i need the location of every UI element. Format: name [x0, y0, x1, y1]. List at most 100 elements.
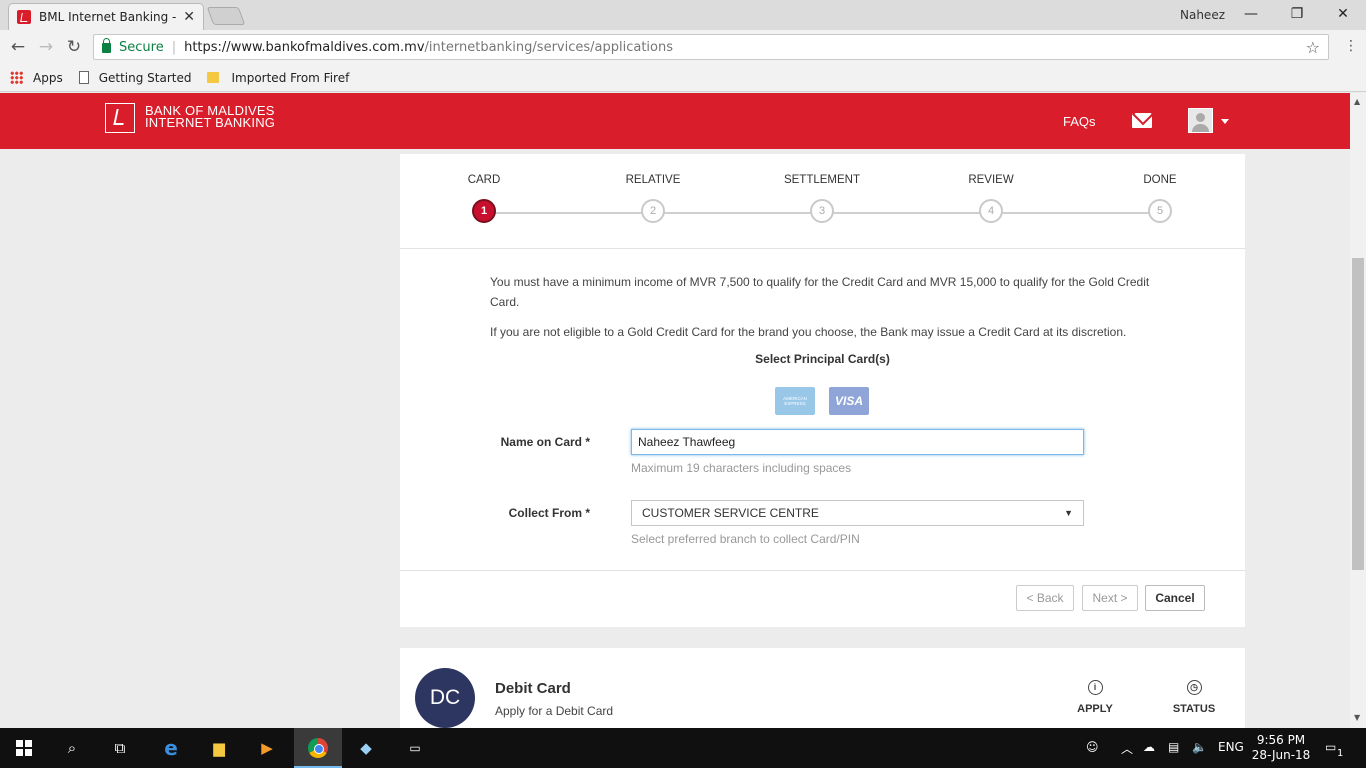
folder-icon	[207, 72, 220, 83]
progress-stepper: CARD 1 RELATIVE 2 SETTLEMENT 3 REVIEW 4 …	[400, 154, 1245, 249]
windows-taskbar: ⌕ ⧉ e ▆ ▶ ◆ ▭ ☺ ︿ ☁ ▤ 🔈 ENG 9:56 PM 28-J…	[0, 728, 1366, 768]
chrome-icon	[306, 736, 330, 760]
people-icon[interactable]: ☺	[1086, 740, 1099, 754]
bookmark-star-icon[interactable]: ☆	[1306, 38, 1320, 57]
step-label: CARD	[467, 174, 501, 186]
step-settlement: SETTLEMENT 3	[772, 174, 872, 223]
browser-titlebar: BML Internet Banking - B ✕ Naheez — ❐ ✕	[0, 0, 1366, 30]
bml-logo-icon[interactable]	[105, 103, 135, 133]
status-button[interactable]: ◷ STATUS	[1164, 680, 1224, 715]
step-label: REVIEW	[968, 174, 1014, 186]
collect-help-text: Select preferred branch to collect Card/…	[631, 532, 860, 546]
profile-name[interactable]: Naheez	[1180, 8, 1225, 22]
amex-card-option[interactable]: AMERICAN EXPRESS	[775, 387, 815, 415]
new-tab-button[interactable]	[206, 7, 246, 25]
notification-icon[interactable]: ▭	[1325, 740, 1336, 754]
file-explorer-icon[interactable]: ▆	[207, 736, 231, 760]
collect-from-label: Collect From *	[508, 506, 590, 520]
name-on-card-input[interactable]	[631, 429, 1084, 455]
debit-card-title: Debit Card	[495, 680, 571, 697]
bookmark-label: Getting Started	[98, 70, 192, 85]
status-label: STATUS	[1172, 703, 1216, 715]
close-window-button[interactable]: ✕	[1328, 4, 1358, 24]
eligibility-info: You must have a minimum income of MVR 7,…	[490, 272, 1170, 352]
task-view-icon[interactable]: ⧉	[108, 736, 132, 760]
step-number: 3	[810, 199, 834, 223]
step-relative: RELATIVE 2	[603, 174, 703, 223]
url-host: https://www.bankofmaldives.com.mv	[184, 39, 425, 55]
step-review: REVIEW 4	[941, 174, 1041, 223]
bookmark-label: Apps	[33, 70, 63, 85]
visa-card-option[interactable]: VISA	[829, 387, 869, 415]
page-scrollbar[interactable]: ▲ ▼	[1350, 93, 1366, 728]
dropdown-arrow-icon: ▼	[1064, 508, 1073, 518]
notepad-icon[interactable]: ◆	[354, 736, 378, 760]
clock-time: 9:56 PM	[1256, 733, 1306, 747]
clock-date: 28-Jun-18	[1251, 748, 1311, 762]
cancel-button[interactable]: Cancel	[1145, 585, 1205, 611]
next-button[interactable]: Next >	[1082, 585, 1138, 611]
edge-icon[interactable]: e	[159, 736, 183, 760]
scroll-up-icon[interactable]: ▲	[1354, 97, 1360, 106]
clock-icon: ◷	[1186, 680, 1202, 695]
scrollbar-thumb[interactable]	[1352, 258, 1364, 570]
system-clock[interactable]: 9:56 PM 28-Jun-18	[1251, 733, 1311, 763]
select-card-heading: Select Principal Card(s)	[755, 352, 890, 366]
bookmark-getting-started[interactable]: Getting Started	[78, 70, 192, 85]
mail-icon[interactable]	[1132, 113, 1152, 128]
bml-favicon-icon	[17, 10, 31, 24]
step-done: DONE 5	[1110, 174, 1210, 223]
back-button[interactable]: < Back	[1016, 585, 1074, 611]
tab-title: BML Internet Banking - B	[39, 10, 178, 24]
windows-start-icon[interactable]	[16, 740, 32, 756]
bookmark-apps[interactable]: Apps	[10, 71, 63, 85]
debit-card-avatar: DC	[415, 668, 475, 728]
onedrive-icon[interactable]: ☁	[1143, 740, 1155, 754]
collect-from-value: CUSTOMER SERVICE CENTRE	[642, 506, 819, 520]
name-help-text: Maximum 19 characters including spaces	[631, 461, 852, 475]
search-icon[interactable]: ⌕	[60, 736, 84, 760]
collect-from-select[interactable]: CUSTOMER SERVICE CENTRE ▼	[631, 500, 1084, 526]
tray-chevron-icon[interactable]: ︿	[1121, 740, 1133, 757]
bookmark-imported[interactable]: Imported From Firef	[207, 71, 349, 85]
url-path: /internetbanking/services/applications	[424, 39, 673, 55]
form-divider	[400, 570, 1245, 571]
amex-logo-text: AMERICAN EXPRESS	[783, 396, 807, 406]
address-separator: |	[171, 39, 177, 55]
brand-line-2: INTERNET BANKING	[145, 115, 276, 130]
close-tab-icon[interactable]: ✕	[183, 9, 195, 25]
bank-header: BANK OF MALDIVES INTERNET BANKING FAQs	[0, 93, 1350, 149]
step-number: 2	[641, 199, 665, 223]
step-number: 5	[1148, 199, 1172, 223]
browser-tab[interactable]: BML Internet Banking - B ✕	[8, 3, 204, 30]
terminal-icon[interactable]: ▭	[403, 736, 427, 760]
volume-icon[interactable]: 🔈	[1192, 740, 1207, 754]
debit-card-row: DC Debit Card Apply for a Debit Card i A…	[400, 648, 1245, 728]
page-icon	[78, 71, 89, 84]
media-player-icon[interactable]: ▶	[255, 736, 279, 760]
name-on-card-label: Name on Card *	[500, 435, 590, 449]
address-bar[interactable]: Secure | https://www.bankofmaldives.com.…	[93, 34, 1329, 60]
page-viewport: BANK OF MALDIVES INTERNET BANKING FAQs C…	[0, 93, 1350, 728]
lock-icon	[102, 38, 111, 53]
network-icon[interactable]: ▤	[1168, 740, 1179, 754]
chevron-down-icon[interactable]	[1221, 119, 1229, 124]
back-arrow-icon[interactable]: ←	[8, 37, 28, 57]
chrome-taskbar-button[interactable]	[294, 728, 342, 768]
language-indicator[interactable]: ENG	[1218, 740, 1244, 754]
notification-count: 1	[1337, 748, 1344, 759]
scroll-down-icon[interactable]: ▼	[1354, 713, 1360, 722]
maximize-button[interactable]: ❐	[1282, 4, 1312, 24]
user-avatar-icon[interactable]	[1188, 108, 1213, 133]
apply-button[interactable]: i APPLY	[1065, 680, 1125, 715]
reload-icon[interactable]: ↻	[64, 37, 84, 57]
apply-label: APPLY	[1077, 703, 1113, 715]
minimize-button[interactable]: —	[1236, 4, 1266, 24]
chrome-menu-icon[interactable]: ⋮	[1344, 38, 1358, 54]
bank-name[interactable]: BANK OF MALDIVES INTERNET BANKING	[145, 104, 276, 130]
debit-card-subtitle: Apply for a Debit Card	[495, 704, 614, 718]
faqs-link[interactable]: FAQs	[1063, 114, 1096, 129]
visa-logo-text: VISA	[834, 394, 863, 408]
bookmark-label: Imported From Firef	[231, 70, 350, 85]
forward-arrow-icon[interactable]: →	[36, 37, 56, 57]
